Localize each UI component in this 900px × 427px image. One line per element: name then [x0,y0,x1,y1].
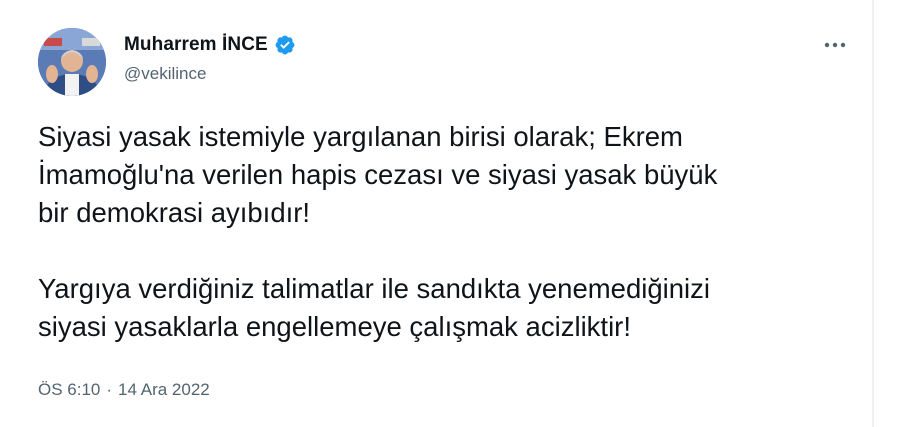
tweet-text: Siyasi yasak istemiyle yargılanan birisi… [38,118,858,346]
more-options-button[interactable] [818,34,852,56]
tweet-line: siyasi yasaklarla engellemeye çalışmak a… [38,311,631,342]
tweet-line: Siyasi yasak istemiyle yargılanan birisi… [38,121,683,152]
tweet-line: İmamoğlu'na verilen hapis cezası ve siya… [38,159,718,190]
author-display-name[interactable]: Muharrem İNCE [124,34,268,56]
divider [872,0,874,427]
tweet-paragraph: Yargıya verdiğiniz talimatlar ile sandık… [38,270,858,346]
tweet-paragraph: Siyasi yasak istemiyle yargılanan birisi… [38,118,858,232]
tweet-card: Muharrem İNCE @vekilince Siyasi yasak is… [0,0,870,427]
tweet-line: bir demokrasi ayıbıdır! [38,197,311,228]
verified-badge-icon [274,34,296,56]
tweet-date: 14 Ara 2022 [118,380,210,399]
tweet-time: ÖS 6:10 [38,380,101,399]
tweet-line: Yargıya verdiğiniz talimatlar ile sandık… [38,273,711,304]
more-horizontal-icon [824,42,846,48]
tweet-timestamp[interactable]: ÖS 6:10 · 14 Ara 2022 [38,380,210,400]
author-handle[interactable]: @vekilince [124,64,206,84]
author-name-row: Muharrem İNCE [124,34,296,56]
profile-photo-icon [38,28,106,96]
timestamp-separator: · [106,380,113,399]
avatar[interactable] [38,28,106,96]
